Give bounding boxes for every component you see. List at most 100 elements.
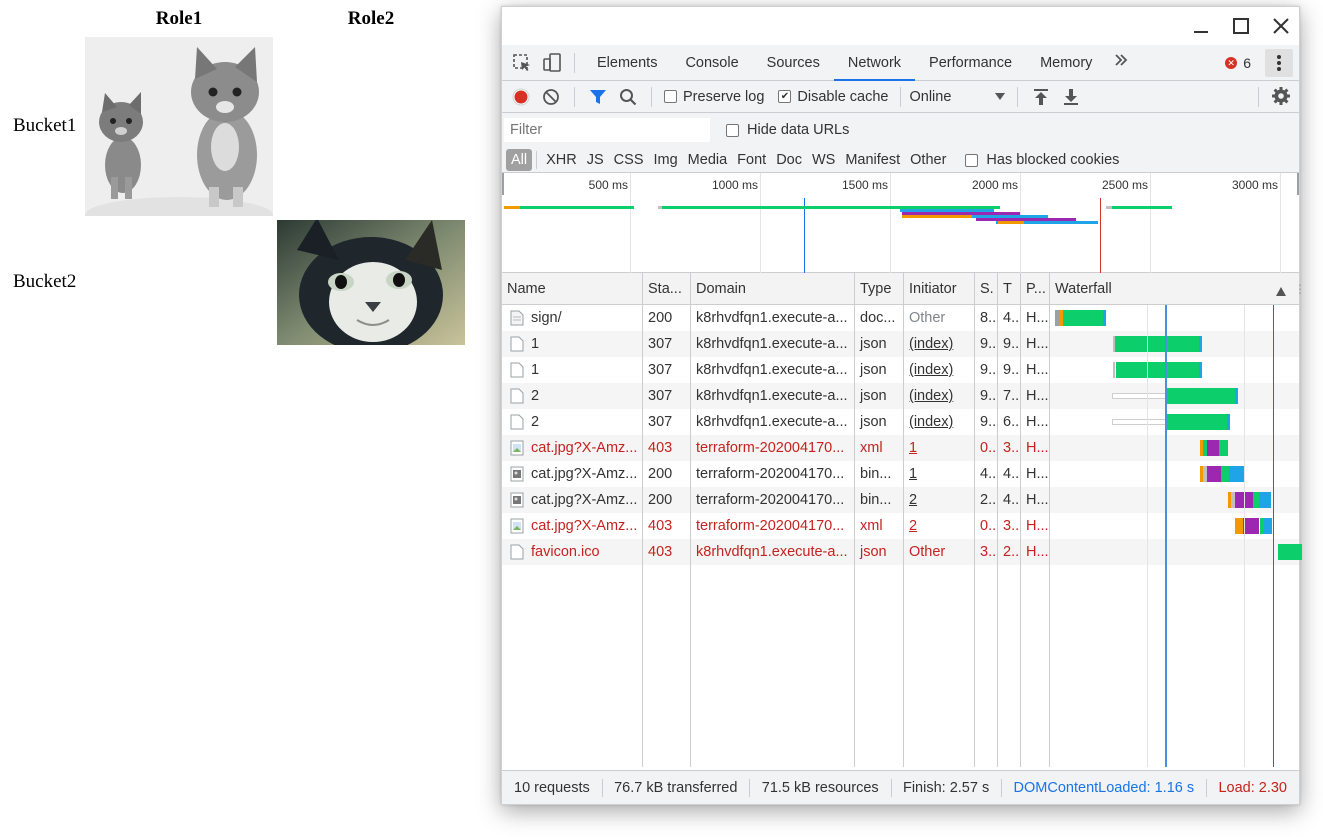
tab-network[interactable]: Network <box>833 45 916 81</box>
column-divider[interactable] <box>690 273 691 767</box>
table-row[interactable]: 2 307 k8rhvdfqn1.execute-a... json (index) 9.… <box>502 409 1299 435</box>
network-settings-button[interactable] <box>1271 86 1291 110</box>
request-domain: k8rhvdfqn1.execute-a... <box>696 388 848 404</box>
column-header-initiator[interactable]: Initiator <box>904 273 974 305</box>
request-time: 9... <box>1003 336 1020 352</box>
column-header-protocol[interactable]: P... <box>1021 273 1049 305</box>
close-window-button[interactable] <box>1270 15 1292 37</box>
table-row[interactable]: sign/200 k8rhvdfqn1.execute-a... doc... Oth… <box>502 305 1299 331</box>
request-initiator[interactable]: 1 <box>904 435 974 461</box>
overview-right-handle[interactable] <box>1297 173 1299 195</box>
tab-sources[interactable]: Sources <box>753 45 834 81</box>
column-divider[interactable] <box>642 273 643 767</box>
request-status: 403 <box>648 518 673 534</box>
column-header-domain[interactable]: Domain <box>691 273 854 305</box>
tab-memory[interactable]: Memory <box>1026 45 1106 81</box>
column-divider[interactable] <box>974 273 975 767</box>
tab-console[interactable]: Console <box>671 45 752 81</box>
export-har-button[interactable] <box>1056 83 1086 111</box>
type-filter-css[interactable]: CSS <box>609 149 649 171</box>
checkbox-unchecked[interactable] <box>664 90 677 103</box>
column-divider[interactable] <box>1049 273 1050 767</box>
filter-input[interactable] <box>504 118 710 142</box>
table-row[interactable]: favicon.ico 403 k8rhvdfqn1.execute-a... jso… <box>502 539 1302 565</box>
throttling-select[interactable]: Online <box>909 89 1006 105</box>
type-filter-js[interactable]: JS <box>582 149 609 171</box>
close-icon <box>1273 18 1289 34</box>
type-filter-doc[interactable]: Doc <box>771 149 807 171</box>
table-row[interactable]: cat.jpg?X-Amz... 403 terraform-202004170..… <box>502 513 1299 539</box>
error-counter[interactable]: ✕ 6 <box>1225 55 1251 71</box>
disable-cache-checkbox[interactable]: ✔ Disable cache <box>778 89 888 105</box>
checkbox-unchecked[interactable] <box>965 153 979 167</box>
type-filter-manifest[interactable]: Manifest <box>840 149 905 171</box>
table-row[interactable]: cat.jpg?X-Amz... 403 terraform-202004170..… <box>502 435 1299 461</box>
column-header-type[interactable]: Type <box>855 273 903 305</box>
preserve-log-checkbox[interactable]: Preserve log <box>664 89 764 105</box>
request-domain: terraform-202004170... <box>696 492 845 508</box>
hide-data-urls-checkbox[interactable]: Hide data URLs <box>726 122 849 138</box>
more-tabs-button[interactable] <box>1106 53 1136 72</box>
inspect-element-button[interactable] <box>508 49 536 77</box>
table-row[interactable]: 1 307 k8rhvdfqn1.execute-a... json (index) 9.… <box>502 357 1299 383</box>
type-filter-other[interactable]: Other <box>905 149 951 171</box>
type-filter-font[interactable]: Font <box>732 149 771 171</box>
column-divider[interactable] <box>854 273 855 767</box>
request-status: 403 <box>648 440 673 456</box>
request-size: 3... <box>980 544 997 560</box>
waterfall-bar <box>1278 544 1302 560</box>
request-initiator[interactable]: 2 <box>904 513 974 539</box>
table-row[interactable]: cat.jpg?X-Amz... 200 terraform-202004170..… <box>502 487 1299 513</box>
request-status: 307 <box>648 388 673 404</box>
table-row[interactable]: 2 307 k8rhvdfqn1.execute-a... json (index) 9.… <box>502 383 1299 409</box>
waterfall-gridline <box>1147 305 1148 767</box>
tab-performance[interactable]: Performance <box>915 45 1026 81</box>
sort-ascending-icon[interactable] <box>1276 284 1286 300</box>
has-blocked-cookies-checkbox[interactable]: Has blocked cookies <box>965 152 1119 168</box>
search-button[interactable] <box>613 83 643 111</box>
request-initiator[interactable]: 2 <box>904 487 974 513</box>
checkbox-checked[interactable]: ✔ <box>778 90 792 103</box>
column-divider[interactable] <box>903 273 904 767</box>
file-icon <box>510 414 524 434</box>
column-header-status[interactable]: Sta... <box>643 273 690 305</box>
device-toolbar-button[interactable] <box>538 49 566 77</box>
table-row[interactable]: 1 307 k8rhvdfqn1.execute-a... json (index) 9.… <box>502 331 1299 357</box>
import-har-button[interactable] <box>1026 83 1056 111</box>
type-filter-xhr[interactable]: XHR <box>541 149 582 171</box>
type-filter-media[interactable]: Media <box>683 149 733 171</box>
checkbox-unchecked[interactable] <box>726 123 739 137</box>
type-filter-ws[interactable]: WS <box>807 149 840 171</box>
type-filter-all[interactable]: All <box>506 149 533 171</box>
request-initiator[interactable]: 1 <box>904 461 974 487</box>
request-status: 403 <box>648 544 673 560</box>
column-header-time[interactable]: T <box>998 273 1020 305</box>
request-initiator[interactable]: (index) <box>904 357 974 383</box>
request-initiator[interactable]: (index) <box>904 409 974 435</box>
toolbar-separator <box>900 86 902 107</box>
devtools-window: Elements Console Sources Network Perform… <box>501 6 1306 805</box>
column-divider[interactable] <box>1020 273 1021 767</box>
timeline-overview[interactable]: 500 ms 1000 ms 1500 ms 2000 ms 2500 ms 3… <box>502 173 1299 273</box>
maximize-button[interactable] <box>1230 15 1252 37</box>
record-button[interactable] <box>506 83 536 111</box>
type-filter-img[interactable]: Img <box>649 149 683 171</box>
customize-menu-button[interactable] <box>1265 49 1293 77</box>
request-time: 4... <box>1003 310 1020 326</box>
column-header-size[interactable]: S. <box>975 273 997 305</box>
column-header-name[interactable]: Name <box>502 273 642 305</box>
waterfall-bar <box>1264 518 1272 534</box>
filter-toggle-button[interactable] <box>583 83 613 111</box>
load-time: Load: 2.30 <box>1218 779 1287 796</box>
column-divider[interactable] <box>997 273 998 767</box>
column-header-waterfall[interactable]: Waterfall <box>1050 273 1270 305</box>
clear-button[interactable] <box>536 83 566 111</box>
request-size: 8... <box>980 310 997 326</box>
table-row[interactable]: cat.jpg?X-Amz... 200 terraform-202004170..… <box>502 461 1299 487</box>
broken-image-icon <box>510 518 524 538</box>
minimize-button[interactable] <box>1190 15 1212 37</box>
overview-left-handle[interactable] <box>502 173 504 195</box>
request-initiator[interactable]: (index) <box>904 331 974 357</box>
request-initiator[interactable]: (index) <box>904 383 974 409</box>
tab-elements[interactable]: Elements <box>583 45 671 81</box>
